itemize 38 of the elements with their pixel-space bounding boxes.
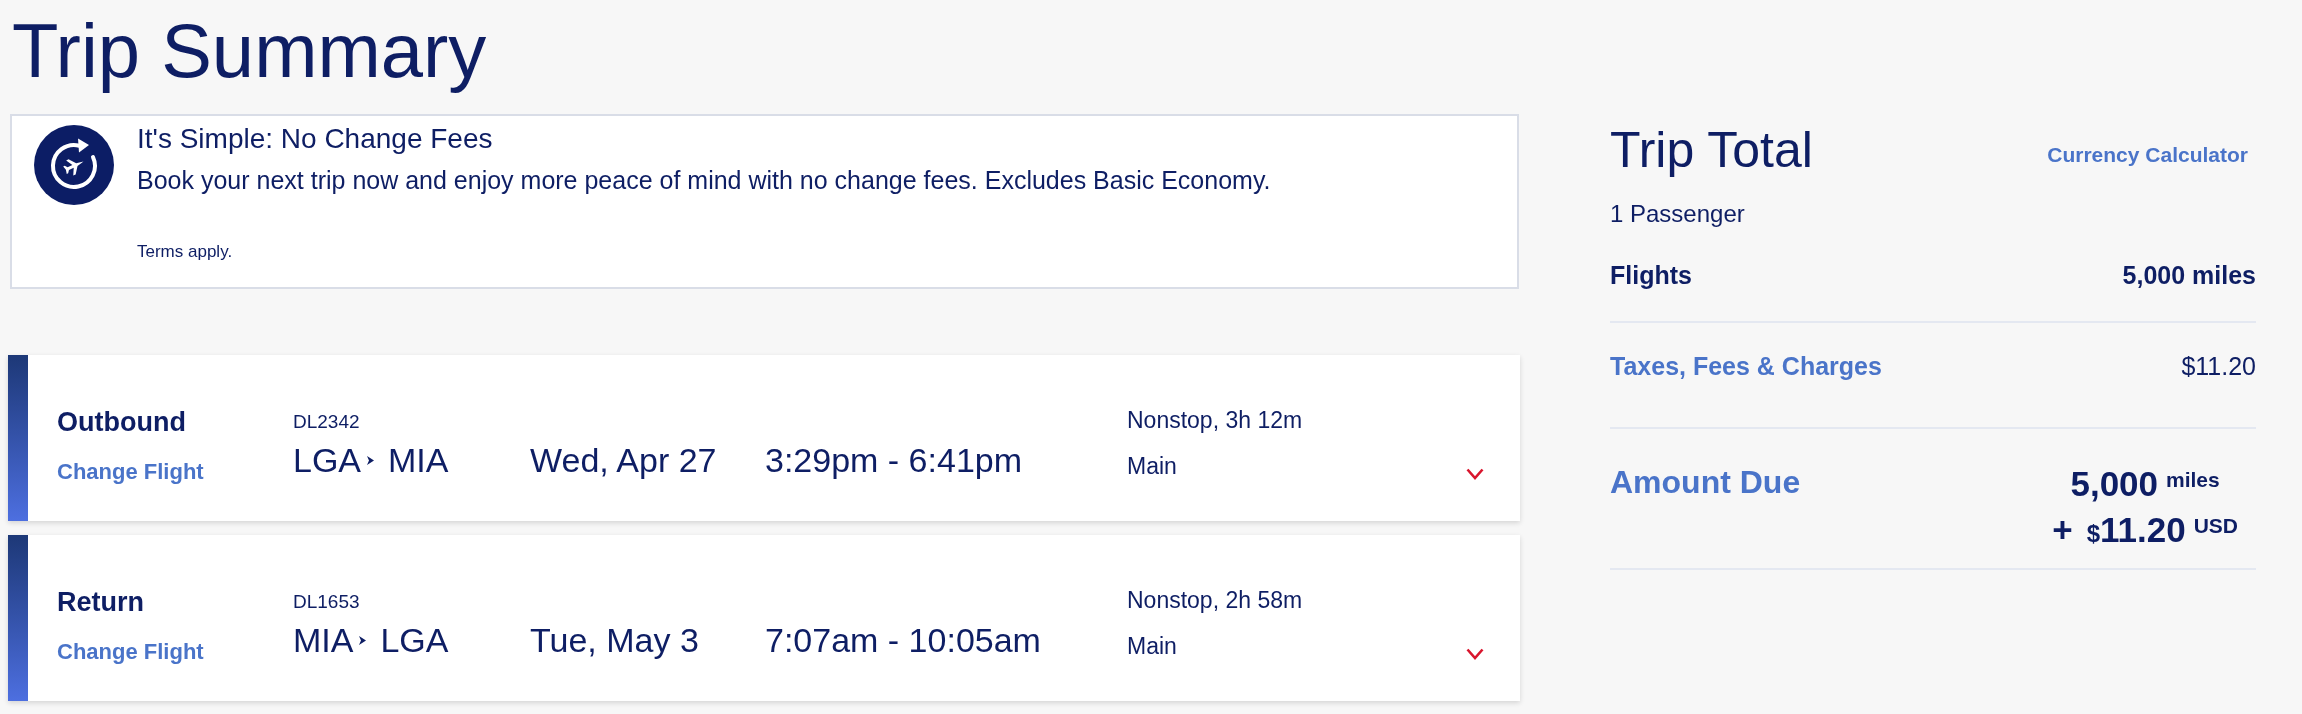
cabin-class: Main: [1127, 632, 1177, 660]
flight-date: Wed, Apr 27: [530, 440, 718, 480]
change-flight-link[interactable]: Change Flight: [57, 458, 204, 486]
miles-unit: miles: [2166, 468, 2220, 492]
arrowhead-icon: [359, 635, 367, 645]
charges-link[interactable]: Taxes, Fees & Charges: [1610, 351, 1882, 381]
origin-airport: MIA: [293, 620, 354, 660]
chevron-down-icon[interactable]: [1466, 468, 1484, 480]
origin-airport: LGA: [293, 440, 362, 480]
terms-note: Terms apply.: [137, 241, 233, 263]
miles-amount: 5,000: [2070, 464, 2159, 504]
banner-text: Book your next trip now and enjoy more peace of mind with no change fees. Excludes Basic Economy.: [137, 165, 1271, 196]
destination-airport: MIA: [388, 440, 449, 480]
arrowhead-icon: [367, 455, 375, 465]
flight-times: 7:07am - 10:05am: [765, 620, 1041, 660]
stops-duration: Nonstop, 2h 58m: [1127, 586, 1303, 614]
stops-duration: Nonstop, 3h 12m: [1127, 406, 1303, 434]
cash-amount: $11.20: [2086, 510, 2186, 551]
line-amount: 5,000 miles: [2122, 260, 2256, 290]
amount-due-label: Amount Due: [1610, 464, 1801, 500]
flight-direction: Outbound: [57, 407, 186, 437]
flight-times: 3:29pm - 6:41pm: [765, 440, 1023, 480]
banner-heading: It's Simple: No Change Fees: [137, 122, 493, 156]
line-amount: $11.20: [2181, 351, 2256, 381]
chevron-down-icon[interactable]: [1466, 648, 1484, 660]
cabin-class: Main: [1127, 452, 1177, 480]
passenger-count: 1 Passenger: [1610, 199, 1745, 229]
change-flight-link[interactable]: Change Flight: [57, 638, 204, 666]
destination-airport: LGA: [380, 620, 449, 660]
currency-code: USD: [2193, 514, 2238, 538]
currency-calculator-link[interactable]: Currency Calculator: [2047, 142, 2248, 168]
flight-number: DL2342: [293, 410, 360, 434]
plus-sign: +: [2052, 510, 2073, 550]
line-label: Flights: [1610, 260, 1692, 290]
flight-date: Tue, May 3: [530, 620, 700, 660]
trip-total-title: Trip Total: [1610, 122, 1813, 178]
flight-direction: Return: [57, 587, 144, 617]
flight-number: DL1653: [293, 590, 360, 614]
